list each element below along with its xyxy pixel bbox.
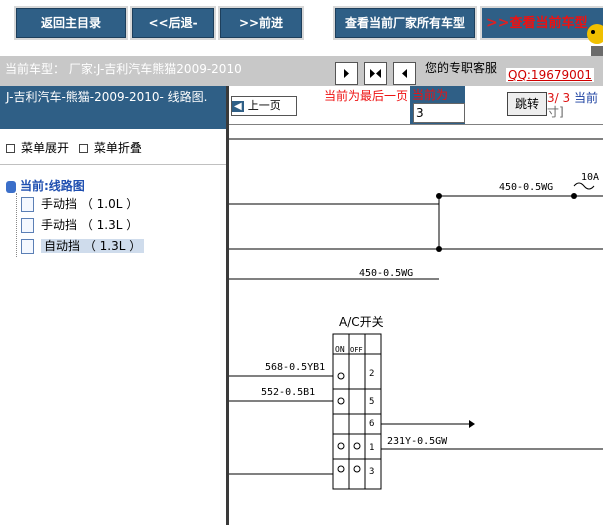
database-icon (6, 180, 16, 193)
col-on-label: ON (335, 345, 345, 354)
pin-label: 6 (369, 419, 374, 429)
home-button[interactable]: 返回主目录 (14, 6, 128, 40)
current-model-label: 查看当前车型 (509, 16, 588, 31)
all-models-button[interactable]: 查看当前厂家所有车型 (333, 6, 477, 40)
document-icon (21, 197, 34, 212)
wire-label: 231Y-0.5GW (387, 436, 448, 447)
expand-box-icon (6, 144, 15, 153)
back-arrow-icon[interactable] (393, 62, 416, 85)
wire-label: 568-0.5YB1 (265, 362, 325, 373)
tree-view: 当前:线路图 手动挡 （ 1.0L ） 手动挡 （ 1.3L ） 自动挡 （ 1… (0, 165, 226, 269)
top-toolbar: 返回主目录 <<后退- >>前进 查看当前厂家所有车型 >>查看当前车型 (0, 0, 603, 80)
current-model-text: 当前车型： 厂家:J-吉利汽车熊猫2009-2010 (5, 62, 242, 76)
pin-label: 5 (369, 397, 374, 407)
tree-root[interactable]: 当前:线路图 (6, 177, 220, 194)
pin-label: 2 (369, 369, 374, 379)
panel-title: J-吉利汽车-熊猫-2009-2010- 线路图. (0, 86, 226, 129)
menu-collapse-link[interactable]: 菜单折叠 (94, 141, 142, 155)
prev-page-label: 上一页 (247, 99, 281, 112)
tree-item-label: 手动挡 （ 1.3L ） (41, 218, 139, 232)
fuse-label: 10A (581, 172, 599, 183)
tree-item[interactable]: 手动挡 （ 1.3L ） (21, 215, 220, 236)
wire-label: 552-0.5B1 (261, 387, 315, 398)
left-panel: J-吉利汽车-熊猫-2009-2010- 线路图. 菜单展开 菜单折叠 当前:线… (0, 86, 229, 525)
current-page-label: 当前为 (412, 88, 449, 102)
menu-expand-link[interactable]: 菜单展开 (21, 141, 69, 155)
tree-line (16, 193, 18, 257)
wiring-diagram: 450-0.5WG 450-0.5WG A/C开关 568-0.5YB1 552… (229, 124, 603, 490)
page-info: 3/ 3 当前 寸] (547, 91, 598, 119)
wire-label: 450-0.5WG (359, 268, 413, 279)
page-count: 3/ 3 (547, 91, 571, 105)
tree-item-label: 手动挡 （ 1.0L ） (41, 197, 139, 211)
page-input[interactable]: 3 (413, 103, 465, 123)
pin-label: 1 (369, 443, 374, 453)
pin-label: 3 (369, 467, 374, 477)
service-label: 您的专职客服 (425, 61, 498, 75)
prev-page-button[interactable]: ◀ 上一页 (231, 96, 297, 116)
viewer-controls: ◀ 上一页 当前为最后一页 当前为 3 跳转 3/ 3 当前 寸] (229, 86, 603, 124)
tree-root-label: 当前:线路图 (20, 179, 85, 193)
document-icon (21, 218, 34, 233)
expand-icon[interactable] (364, 62, 387, 85)
left-arrow-icon: ◀ (232, 101, 244, 112)
menu-controls: 菜单展开 菜单折叠 (0, 129, 226, 165)
last-page-message: 当前为最后一页 (324, 89, 409, 103)
collapse-box-icon (78, 144, 88, 153)
forward-button[interactable]: >>前进 (218, 6, 304, 40)
switch-title: A/C开关 (339, 315, 384, 329)
back-button[interactable]: <<后退- (130, 6, 216, 40)
document-icon (21, 239, 34, 254)
viewer-panel: ◀ 上一页 当前为最后一页 当前为 3 跳转 3/ 3 当前 寸] 450-0.… (229, 86, 603, 525)
tree-item[interactable]: 手动挡 （ 1.0L ） (21, 194, 220, 215)
jump-button[interactable]: 跳转 (507, 92, 547, 116)
wire-label: 450-0.5WG (499, 182, 553, 193)
size-text: 寸] (547, 105, 564, 119)
col-off-label: OFF (350, 346, 363, 354)
tree-item-label: 自动挡 （ 1.3L ） (41, 239, 145, 253)
current-text: 当前 (573, 91, 598, 105)
tree-item-selected[interactable]: 自动挡 （ 1.3L ） (21, 236, 220, 257)
qq-link[interactable]: QQ:19679001 (506, 68, 595, 82)
play-icon[interactable] (335, 62, 358, 85)
double-arrow-icon: >> (486, 15, 510, 31)
info-bar: 当前车型： 厂家:J-吉利汽车熊猫2009-2010 您的专职客服 QQ:196… (0, 56, 603, 86)
